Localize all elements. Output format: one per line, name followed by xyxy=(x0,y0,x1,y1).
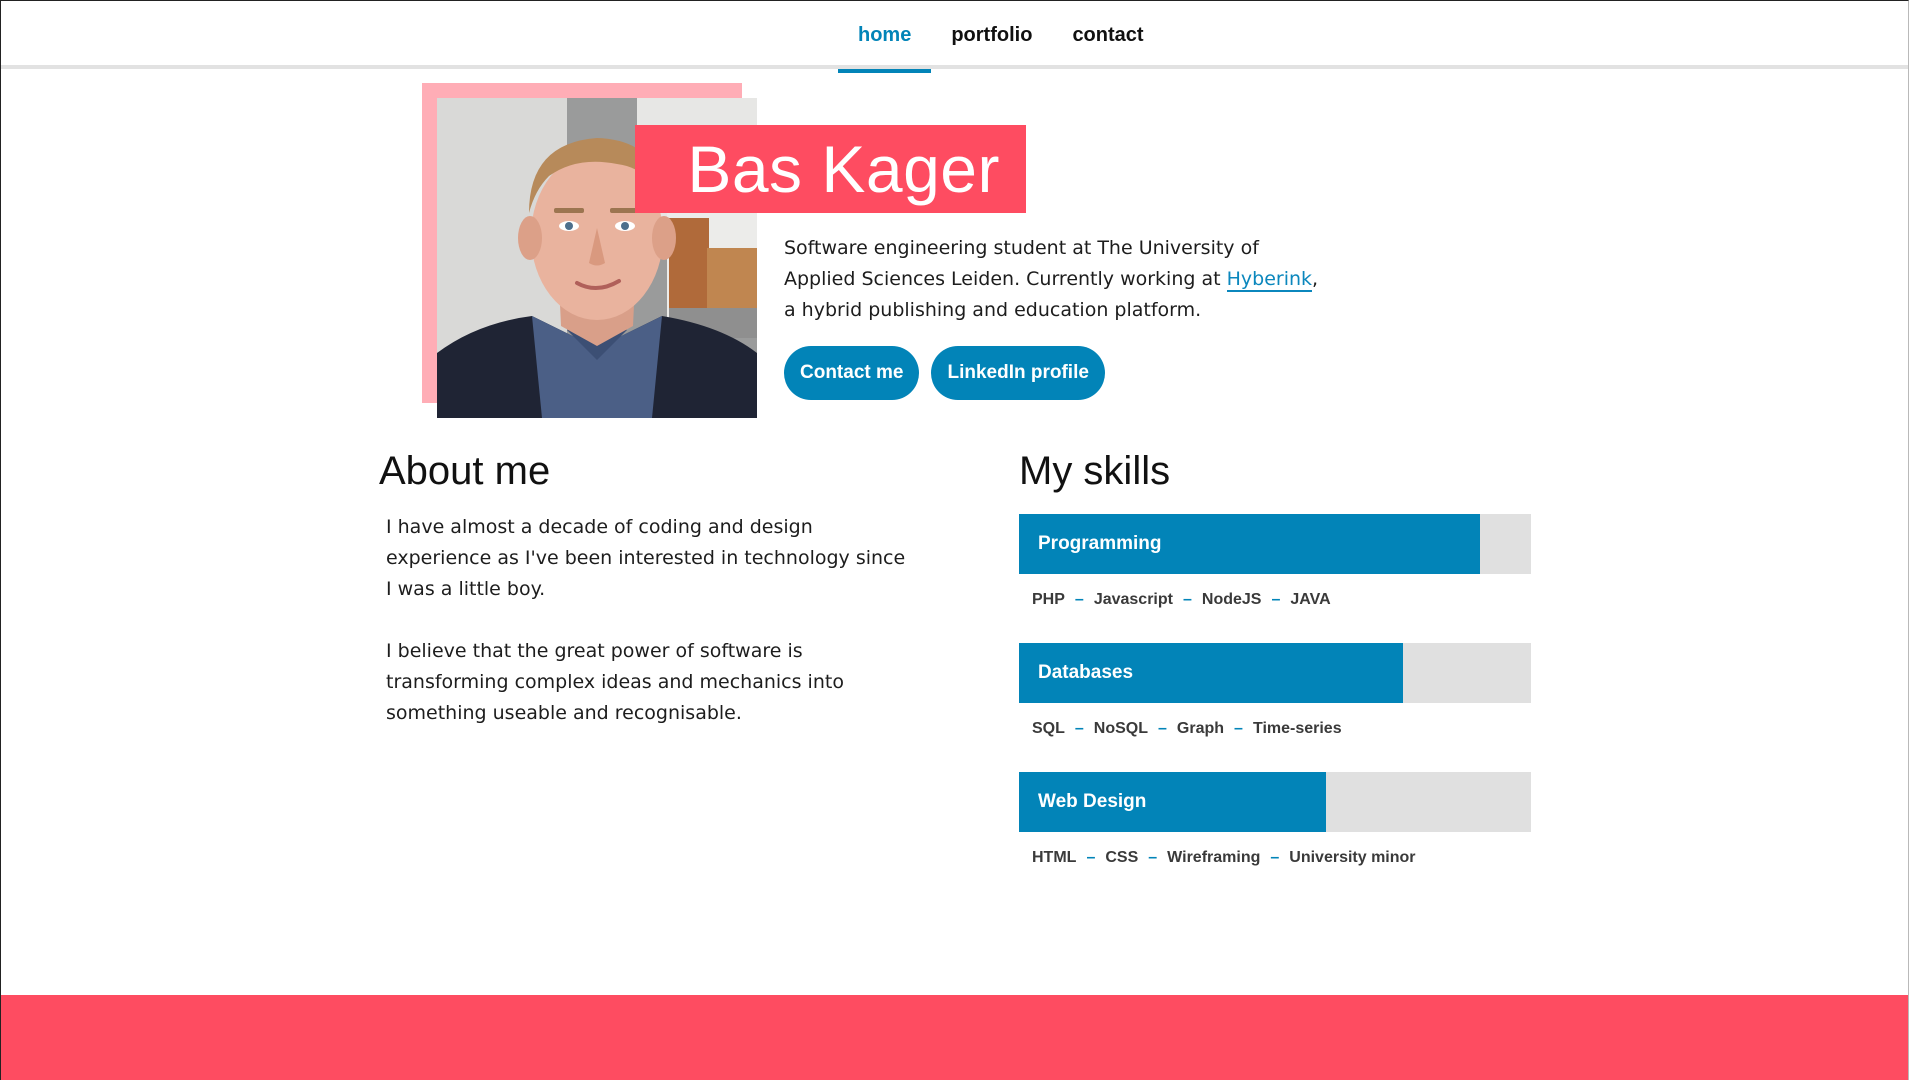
tag-separator: – xyxy=(1074,591,1084,608)
skills-title: My skills xyxy=(1019,449,1171,493)
skill-label: Web Design xyxy=(1038,791,1147,812)
skill-bar: Web Design xyxy=(1019,772,1531,832)
skill-label: Programming xyxy=(1038,533,1162,554)
skill-web-design: Web Design HTML – CSS – Wireframing – Un… xyxy=(1019,772,1531,901)
skill-databases: Databases SQL – NoSQL – Graph – Time-ser… xyxy=(1019,643,1531,772)
skill-tag: Graph xyxy=(1176,720,1225,737)
tag-separator: – xyxy=(1271,591,1281,608)
skill-tag: University minor xyxy=(1289,849,1416,866)
intro-text-start: Software engineering student at The Univ… xyxy=(784,237,1259,290)
skill-tag: Time-series xyxy=(1252,720,1342,737)
intro-text: Software engineering student at The Univ… xyxy=(784,233,1324,326)
tag-separator: – xyxy=(1234,720,1243,737)
nav-items: home portfolio contact xyxy=(838,1,1164,73)
person-name: Bas Kager xyxy=(687,132,1000,206)
about-text: I have almost a decade of coding and des… xyxy=(386,512,906,760)
nav-contact[interactable]: contact xyxy=(1052,1,1163,69)
skills-list: Programming PHP – Javascript – NodeJS – … xyxy=(1019,514,1531,901)
skill-tag: JAVA xyxy=(1290,591,1331,608)
tag-separator: – xyxy=(1270,849,1280,866)
skill-tag: NodeJS xyxy=(1201,591,1262,608)
nav-home[interactable]: home xyxy=(838,1,932,73)
page: home portfolio contact Bas Kager Softwar… xyxy=(0,0,1909,1080)
tag-separator: – xyxy=(1074,720,1084,737)
skill-bar: Programming xyxy=(1019,514,1531,574)
about-title: About me xyxy=(379,449,551,493)
skill-tag: Javascript xyxy=(1093,591,1173,608)
skill-tag: NoSQL xyxy=(1093,720,1149,737)
tag-separator: – xyxy=(1158,720,1167,737)
footer-band xyxy=(1,995,1908,1080)
skill-tags: SQL – NoSQL – Graph – Time-series xyxy=(1019,703,1531,755)
hero-buttons: Contact me LinkedIn profile xyxy=(784,346,1105,400)
skill-tag: CSS xyxy=(1105,849,1139,866)
top-nav: home portfolio contact xyxy=(1,1,1908,73)
skill-label: Databases xyxy=(1038,662,1134,683)
about-paragraph-2: I believe that the great power of softwa… xyxy=(386,640,844,724)
linkedin-profile-button[interactable]: LinkedIn profile xyxy=(931,346,1105,400)
skill-tag: Wireframing xyxy=(1167,849,1261,866)
contact-me-button[interactable]: Contact me xyxy=(784,346,920,400)
skill-programming: Programming PHP – Javascript – NodeJS – … xyxy=(1019,514,1531,643)
hyberink-link[interactable]: Hyberink xyxy=(1226,268,1313,292)
skill-tags: PHP – Javascript – NodeJS – JAVA xyxy=(1019,574,1531,626)
about-paragraph-1: I have almost a decade of coding and des… xyxy=(386,516,906,600)
skill-tag: SQL xyxy=(1032,720,1065,737)
nav-portfolio[interactable]: portfolio xyxy=(931,1,1052,69)
name-banner: Bas Kager xyxy=(635,125,1026,213)
tag-separator: – xyxy=(1182,591,1192,608)
skill-tag: PHP xyxy=(1032,591,1065,608)
skill-tag: HTML xyxy=(1032,849,1077,866)
skill-bar: Databases xyxy=(1019,643,1531,703)
skill-tags: HTML – CSS – Wireframing – University mi… xyxy=(1019,832,1531,884)
tag-separator: – xyxy=(1086,849,1096,866)
tag-separator: – xyxy=(1148,849,1158,866)
